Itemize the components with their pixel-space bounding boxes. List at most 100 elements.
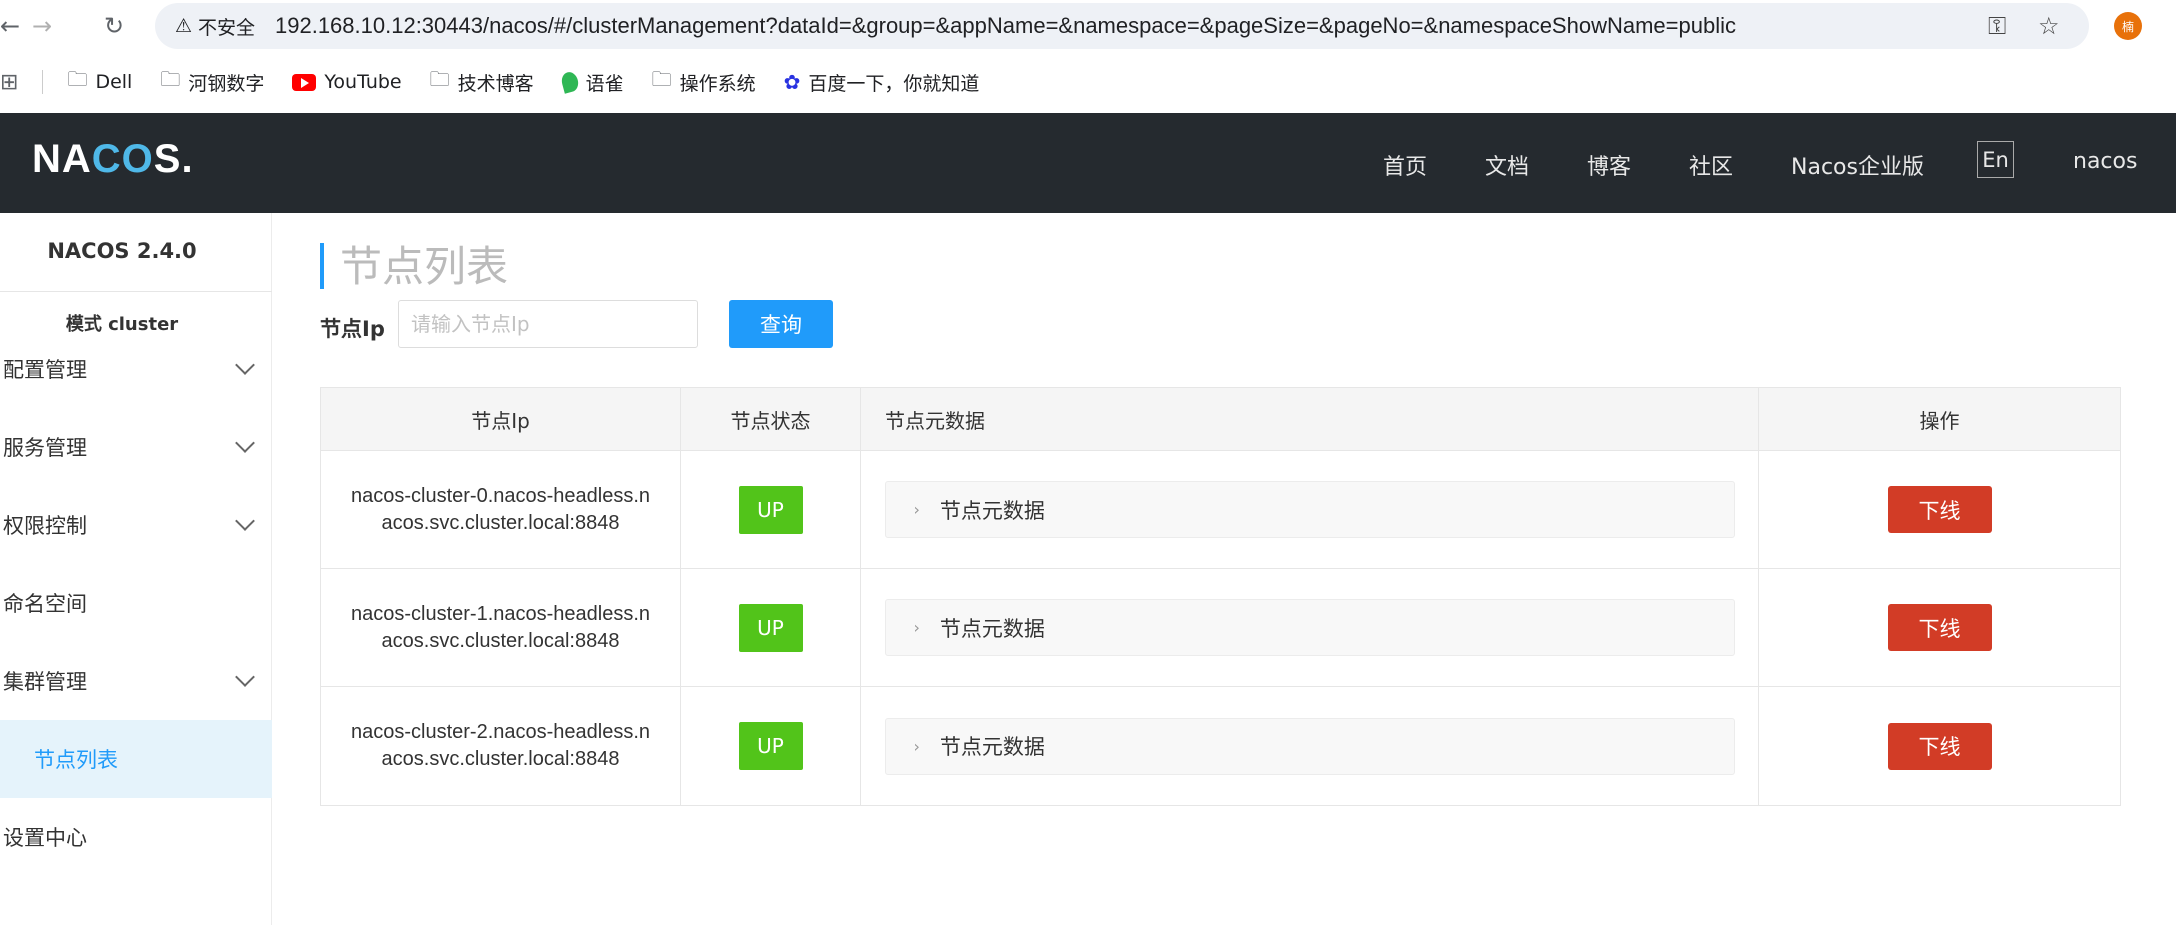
nav-enterprise[interactable]: Nacos企业版 [1791, 149, 1924, 181]
folder-icon: 🗀 [651, 67, 672, 91]
table-row: nacos-cluster-2.nacos-headless.nacos.svc… [321, 687, 2120, 805]
chevron-right-icon: › [913, 500, 920, 519]
sidebar-item-label: 设置中心 [3, 826, 87, 850]
sidebar-item-cluster[interactable]: 集群管理 [0, 642, 272, 720]
node-ip-label: 节点Ip [320, 317, 385, 341]
bookmark-yuque[interactable]: 语雀 [559, 69, 624, 96]
metadata-cell: › 节点元数据 [861, 451, 1759, 568]
profile-avatar[interactable]: 楠 [2114, 12, 2142, 40]
bookmark-label: 技术博客 [457, 72, 534, 95]
ip-cell: nacos-cluster-2.nacos-headless.nacos.svc… [321, 687, 681, 805]
sidebar: NACOS 2.4.0 模式 cluster 配置管理 服务管理 权限控制 命名… [0, 213, 272, 925]
bookmark-youtube[interactable]: YouTube [292, 71, 402, 93]
bookmark-tech-blog[interactable]: 🗀 技术博客 [430, 65, 534, 99]
ip-cell: nacos-cluster-1.nacos-headless.nacos.svc… [321, 569, 681, 686]
metadata-label: 节点元数据 [939, 616, 1045, 641]
star-icon[interactable]: ☆ [2038, 12, 2060, 40]
nacos-logo[interactable]: NACOS. [32, 137, 194, 182]
status-badge: UP [738, 485, 803, 534]
metadata-cell: › 节点元数据 [861, 687, 1759, 805]
youtube-icon [292, 73, 317, 91]
column-header-metadata: 节点元数据 [861, 388, 1759, 450]
bookmark-label: Dell [95, 71, 133, 93]
sidebar-item-node-list[interactable]: 节点列表 [0, 720, 272, 798]
offline-button[interactable]: 下线 [1887, 604, 1992, 651]
title-accent-bar [320, 243, 324, 289]
bookmark-label: YouTube [324, 71, 402, 93]
node-ip: nacos-cluster-1.nacos-headless.nacos.svc… [350, 602, 651, 652]
table-row: nacos-cluster-0.nacos-headless.nacos.svc… [321, 451, 2120, 569]
address-bar[interactable]: ⚠ 不安全 192.168.10.12:30443/nacos/#/cluste… [155, 3, 2089, 49]
ip-cell: nacos-cluster-0.nacos-headless.nacos.svc… [321, 451, 681, 568]
bookmark-label: 百度一下，你就知道 [808, 72, 980, 95]
status-cell: UP [681, 569, 861, 686]
folder-icon: 🗀 [429, 67, 450, 91]
baidu-icon: ✿ [783, 70, 801, 94]
chevron-right-icon: › [913, 618, 920, 637]
query-button[interactable]: 查询 [729, 300, 833, 348]
bookmark-dell[interactable]: 🗀 Dell [67, 65, 132, 99]
folder-icon: 🗀 [160, 67, 181, 91]
language-toggle-button[interactable]: En [1977, 141, 2014, 178]
bookmark-os[interactable]: 🗀 操作系统 [652, 65, 756, 99]
offline-button[interactable]: 下线 [1887, 722, 1992, 770]
node-table: 节点Ip 节点状态 节点元数据 操作 nacos-cluster-0.nacos… [320, 387, 2121, 806]
sidebar-item-label: 服务管理 [3, 436, 87, 460]
chevron-down-icon [235, 355, 255, 375]
sidebar-item-settings[interactable]: 设置中心 [0, 798, 272, 876]
sidebar-item-config[interactable]: 配置管理 [0, 330, 272, 408]
table-row: nacos-cluster-1.nacos-headless.nacos.svc… [321, 569, 2120, 687]
nav-home[interactable]: 首页 [1383, 149, 1427, 181]
bookmark-label: 河钢数字 [188, 72, 265, 95]
bookmark-label: 操作系统 [679, 72, 756, 95]
forward-arrow-icon[interactable]: → [26, 10, 58, 42]
metadata-label: 节点元数据 [939, 498, 1045, 523]
metadata-collapse[interactable]: › 节点元数据 [884, 481, 1735, 538]
chevron-down-icon [235, 433, 255, 453]
url-text[interactable]: 192.168.10.12:30443/nacos/#/clusterManag… [275, 13, 1736, 39]
apps-grid-icon[interactable]: ⊞ [0, 70, 18, 95]
bookmark-label: 语雀 [585, 72, 624, 95]
bookmark-baidu[interactable]: ✿ 百度一下，你就知道 [784, 69, 980, 96]
node-ip-input[interactable] [398, 300, 698, 348]
table-header: 节点Ip 节点状态 节点元数据 操作 [321, 388, 2120, 451]
yuque-icon [559, 70, 580, 94]
main-content: 节点列表 节点Ip 查询 节点Ip 节点状态 节点元数据 操作 nacos-cl… [272, 213, 2176, 925]
action-cell: 下线 [1759, 569, 2120, 686]
column-header-action: 操作 [1919, 408, 1960, 433]
reload-icon[interactable]: ↻ [98, 10, 130, 42]
back-arrow-icon[interactable]: ← [0, 10, 26, 42]
offline-button[interactable]: 下线 [1887, 486, 1992, 533]
nav-community[interactable]: 社区 [1689, 149, 1733, 181]
warning-icon: ⚠ [175, 15, 193, 37]
sidebar-item-auth[interactable]: 权限控制 [0, 486, 272, 564]
chevron-down-icon [235, 667, 255, 687]
sidebar-item-namespace[interactable]: 命名空间 [0, 564, 272, 642]
security-indicator[interactable]: ⚠ 不安全 [169, 12, 265, 40]
column-header-ip: 节点Ip [321, 388, 681, 450]
user-menu[interactable]: nacos [2073, 149, 2137, 174]
sidebar-item-label: 权限控制 [3, 514, 87, 538]
key-icon[interactable]: ⚿ [1988, 12, 2006, 40]
column-header-status: 节点状态 [681, 388, 861, 450]
node-ip: nacos-cluster-0.nacos-headless.nacos.svc… [350, 484, 651, 534]
nav-blog[interactable]: 博客 [1587, 149, 1631, 181]
status-badge: UP [738, 722, 803, 770]
nav-docs[interactable]: 文档 [1485, 149, 1529, 181]
app-header: NACOS. 首页 文档 博客 社区 Nacos企业版 En nacos [0, 113, 2176, 213]
chevron-right-icon: › [913, 736, 920, 756]
security-label: 不安全 [198, 16, 256, 39]
sidebar-item-label: 命名空间 [3, 592, 87, 616]
node-ip: nacos-cluster-2.nacos-headless.nacos.svc… [350, 721, 651, 770]
status-cell: UP [681, 451, 861, 568]
sidebar-item-label: 集群管理 [3, 670, 87, 694]
folder-icon: 🗀 [67, 67, 88, 91]
metadata-collapse[interactable]: › 节点元数据 [884, 717, 1735, 775]
sidebar-item-services[interactable]: 服务管理 [0, 408, 272, 486]
sidebar-divider [0, 291, 272, 292]
chevron-down-icon [235, 511, 255, 531]
status-cell: UP [681, 687, 861, 805]
bookmark-divider [42, 70, 44, 94]
metadata-collapse[interactable]: › 节点元数据 [884, 599, 1735, 656]
bookmark-hegang[interactable]: 🗀 河钢数字 [160, 65, 264, 99]
